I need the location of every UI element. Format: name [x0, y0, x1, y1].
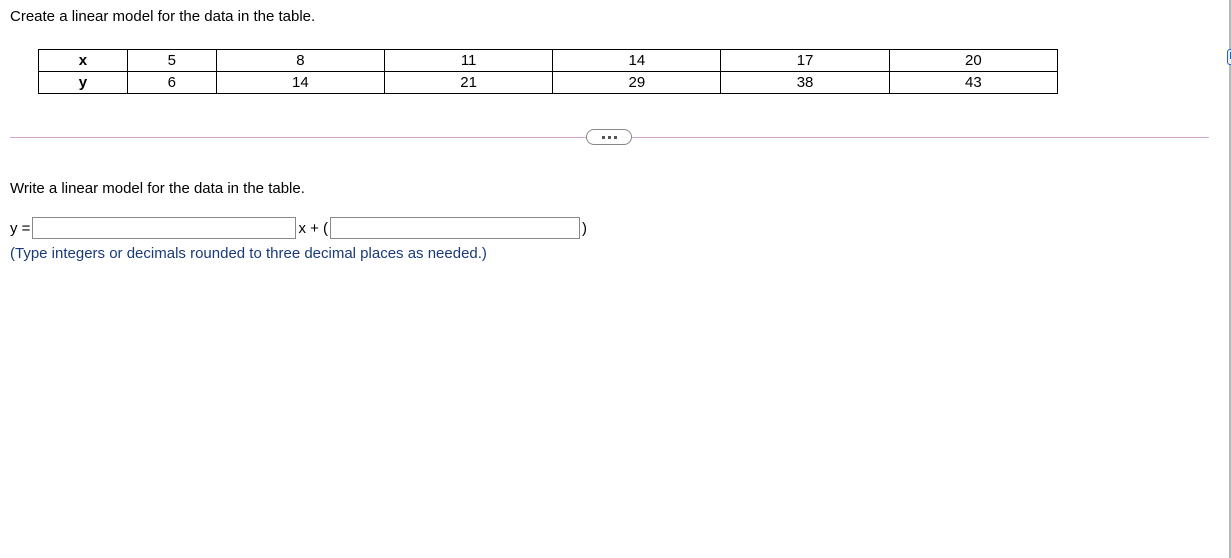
divider: [10, 122, 1219, 152]
cell: 20: [889, 50, 1057, 72]
cell: 43: [889, 72, 1057, 94]
answer-row: y = x + ( ): [10, 217, 1219, 239]
cell: 29: [553, 72, 721, 94]
dot-icon: [602, 136, 605, 139]
expand-button[interactable]: [586, 129, 632, 145]
row-header-x: x: [39, 50, 128, 72]
question-text: Create a linear model for the data in th…: [10, 8, 1219, 25]
cell: 14: [553, 50, 721, 72]
intercept-input[interactable]: [330, 217, 580, 239]
dot-icon: [608, 136, 611, 139]
hint-text: (Type integers or decimals rounded to th…: [10, 245, 1219, 262]
table-row: x 5 8 11 14 17 20: [39, 50, 1058, 72]
cell: 14: [216, 72, 384, 94]
cell: 17: [721, 50, 889, 72]
y-equals-label: y =: [10, 220, 30, 237]
sub-question-text: Write a linear model for the data in the…: [10, 180, 1219, 197]
cell: 8: [216, 50, 384, 72]
data-table: x 5 8 11 14 17 20 y 6 14 21 29 38 43: [38, 49, 1058, 94]
cell: 6: [127, 72, 216, 94]
dot-icon: [614, 136, 617, 139]
cell: 5: [127, 50, 216, 72]
help-icon[interactable]: [1227, 49, 1231, 65]
cell: 38: [721, 72, 889, 94]
close-paren-label: ): [582, 220, 587, 237]
data-table-wrapper: x 5 8 11 14 17 20 y 6 14 21 29 38 43: [38, 49, 1219, 94]
table-row: y 6 14 21 29 38 43: [39, 72, 1058, 94]
row-header-y: y: [39, 72, 128, 94]
slope-input[interactable]: [32, 217, 296, 239]
cell: 21: [384, 72, 552, 94]
x-plus-label: x + (: [298, 220, 328, 237]
cell: 11: [384, 50, 552, 72]
